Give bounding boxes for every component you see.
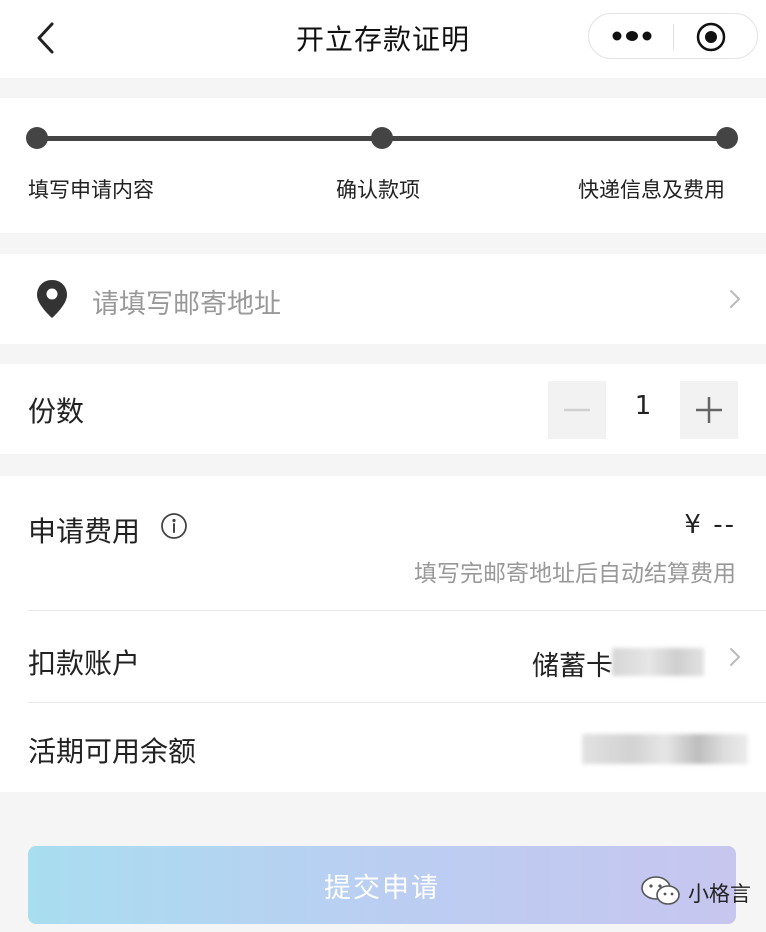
masked-balance xyxy=(582,734,748,764)
plus-icon xyxy=(696,397,722,423)
step-dot-2 xyxy=(371,127,393,149)
masked-card-number xyxy=(612,648,704,676)
capsule-divider xyxy=(673,24,674,50)
address-row[interactable]: 请填写邮寄地址 xyxy=(0,254,766,344)
chevron-right-icon xyxy=(730,290,740,308)
account-label: 扣款账户 xyxy=(28,647,141,680)
fee-hint: 填写完邮寄地址后自动结算费用 xyxy=(414,561,736,587)
step-label-3: 快递信息及费用 xyxy=(578,178,725,202)
chevron-right-icon[interactable] xyxy=(728,646,742,668)
minus-icon xyxy=(564,408,590,412)
balance-label: 活期可用余额 xyxy=(28,735,197,768)
watermark-text: 小格言 xyxy=(688,882,751,906)
submit-button[interactable]: 提交申请 xyxy=(28,846,736,924)
divider xyxy=(28,702,766,703)
quantity-label: 份数 xyxy=(28,395,85,428)
quantity-value: 1 xyxy=(634,391,652,421)
fee-label: 申请费用 xyxy=(28,515,141,548)
step-label-2: 确认款项 xyxy=(336,178,420,202)
address-placeholder: 请填写邮寄地址 xyxy=(92,289,281,320)
quantity-decrease-button[interactable] xyxy=(548,381,606,439)
step-progress: 填写申请内容 确认款项 快递信息及费用 xyxy=(0,98,766,233)
wechat-icon xyxy=(641,876,680,905)
mini-program-capsule xyxy=(588,13,758,59)
step-dot-3 xyxy=(716,127,738,149)
location-pin-icon xyxy=(37,280,67,318)
step-dot-1 xyxy=(26,127,48,149)
account-card-name[interactable]: 储蓄卡 xyxy=(532,644,613,683)
divider xyxy=(28,610,766,611)
info-icon[interactable] xyxy=(160,512,188,540)
quantity-row: 份数 1 xyxy=(0,364,766,454)
fee-amount: ¥ -- xyxy=(684,510,736,540)
step-label-1: 填写申请内容 xyxy=(28,178,154,202)
quantity-increase-button[interactable] xyxy=(680,381,738,439)
fee-account-section: 申请费用 ¥ -- 填写完邮寄地址后自动结算费用 扣款账户 储蓄卡 活期可用余额 xyxy=(0,476,766,792)
more-dots-icon[interactable] xyxy=(611,26,653,46)
nav-bar: 开立存款证明 xyxy=(0,0,766,78)
close-target-icon[interactable] xyxy=(695,21,727,53)
